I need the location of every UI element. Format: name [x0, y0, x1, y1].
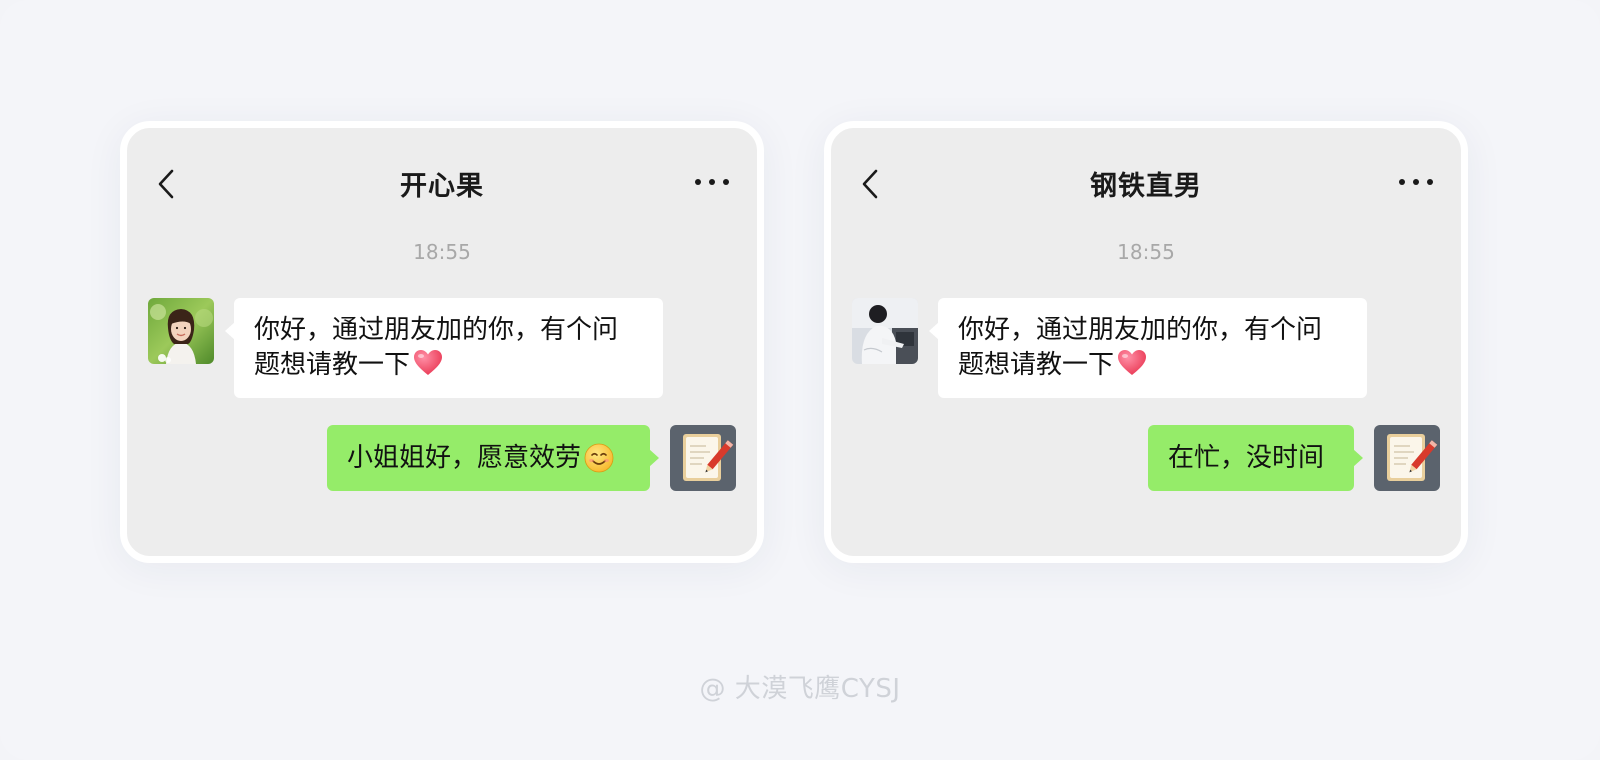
more-dots-icon: [1399, 179, 1405, 185]
outgoing-message-text: 在忙，没时间: [1168, 443, 1325, 473]
self-avatar[interactable]: [1374, 425, 1440, 491]
more-button[interactable]: [695, 172, 729, 192]
canvas: 开心果 18:55 你好，通过朋友加的你，有个问 题想请教一下 小姐姐好，愿意效…: [0, 0, 1600, 760]
notepad-pencil-icon: [1374, 425, 1440, 491]
outgoing-message[interactable]: 在忙，没时间: [1148, 425, 1363, 491]
chat-window-2: 钢铁直男 18:55 你好，通过朋友加的你，有个问 题想请教一下 在忙，没时间: [824, 121, 1468, 563]
incoming-message-line-1: 你好，通过朋友加的你，有个问: [254, 315, 619, 345]
incoming-message[interactable]: 你好，通过朋友加的你，有个问 题想请教一下: [929, 298, 1367, 398]
more-button[interactable]: [1399, 172, 1433, 192]
contact-avatar[interactable]: [852, 298, 918, 364]
message-timestamp: 18:55: [1117, 240, 1175, 264]
more-dots-icon: [695, 179, 701, 185]
incoming-message[interactable]: 你好，通过朋友加的你，有个问 题想请教一下: [225, 298, 663, 398]
woman-photo-avatar-icon: [148, 298, 214, 364]
smiling-face-icon: [584, 443, 614, 473]
chat-title: 开心果: [400, 171, 484, 202]
contact-avatar[interactable]: [148, 298, 214, 364]
outgoing-message[interactable]: 小姐姐好，愿意效劳: [327, 425, 659, 491]
heart-icon: [414, 350, 443, 375]
heart-icon: [1118, 350, 1147, 375]
chat-title: 钢铁直男: [1090, 171, 1202, 202]
self-avatar[interactable]: [670, 425, 736, 491]
incoming-message-line-2: 题想请教一下: [958, 350, 1115, 380]
notepad-pencil-icon: [670, 425, 736, 491]
message-timestamp: 18:55: [413, 240, 471, 264]
incoming-message-line-2: 题想请教一下: [254, 350, 411, 380]
watermark: @ 大漠飞鹰CYSJ: [699, 674, 901, 704]
man-photo-avatar-icon: [852, 298, 918, 364]
outgoing-message-text: 小姐姐好，愿意效劳: [347, 443, 582, 473]
chat-window-1: 开心果 18:55 你好，通过朋友加的你，有个问 题想请教一下 小姐姐好，愿意效…: [120, 121, 764, 563]
incoming-message-line-1: 你好，通过朋友加的你，有个问: [958, 315, 1323, 345]
